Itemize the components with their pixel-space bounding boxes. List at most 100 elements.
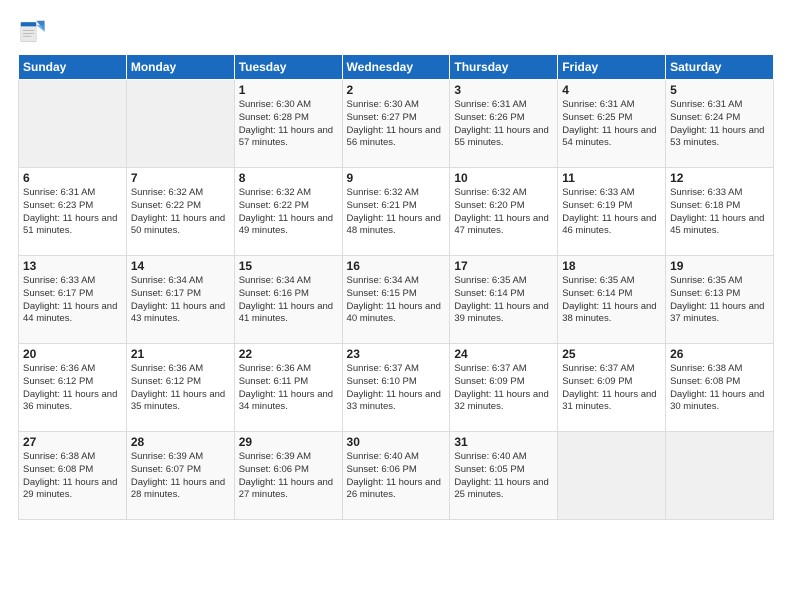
- calendar-table: SundayMondayTuesdayWednesdayThursdayFrid…: [18, 54, 774, 520]
- cell-text: Sunrise: 6:38 AMSunset: 6:08 PMDaylight:…: [670, 363, 769, 414]
- cell-text: Sunrise: 6:31 AMSunset: 6:25 PMDaylight:…: [562, 99, 661, 150]
- calendar-cell: 21 Sunrise: 6:36 AMSunset: 6:12 PMDayligh…: [126, 344, 234, 432]
- cell-text: Sunrise: 6:36 AMSunset: 6:12 PMDaylight:…: [131, 363, 230, 414]
- day-number: 30: [347, 435, 446, 449]
- calendar-cell: 16 Sunrise: 6:34 AMSunset: 6:15 PMDayligh…: [342, 256, 450, 344]
- header: [18, 18, 774, 46]
- calendar-cell: 29 Sunrise: 6:39 AMSunset: 6:06 PMDayligh…: [234, 432, 342, 520]
- cell-text: Sunrise: 6:39 AMSunset: 6:06 PMDaylight:…: [239, 451, 338, 502]
- weekday-header: Friday: [558, 55, 666, 80]
- calendar-cell: 31Sunrise: 6:40 AMSunset: 6:05 PMDayligh…: [450, 432, 558, 520]
- weekday-header: Saturday: [666, 55, 774, 80]
- cell-text: Sunrise: 6:37 AMSunset: 6:09 PMDaylight:…: [562, 363, 661, 414]
- cell-text: Sunrise: 6:31 AMSunset: 6:26 PMDaylight:…: [454, 99, 553, 150]
- cell-text: Sunrise: 6:34 AMSunset: 6:15 PMDaylight:…: [347, 275, 446, 326]
- calendar-cell: 12 Sunrise: 6:33 AMSunset: 6:18 PMDayligh…: [666, 168, 774, 256]
- logo: [18, 18, 50, 46]
- day-number: 15: [239, 259, 338, 273]
- calendar-week-row: 27 Sunrise: 6:38 AMSunset: 6:08 PMDayligh…: [19, 432, 774, 520]
- calendar-cell: 10 Sunrise: 6:32 AMSunset: 6:20 PMDayligh…: [450, 168, 558, 256]
- cell-text: Sunrise: 6:33 AMSunset: 6:18 PMDaylight:…: [670, 187, 769, 238]
- cell-text: Sunrise: 6:35 AMSunset: 6:14 PMDaylight:…: [562, 275, 661, 326]
- cell-text: Sunrise: 6:32 AMSunset: 6:20 PMDaylight:…: [454, 187, 553, 238]
- calendar-week-row: 1 Sunrise: 6:30 AMSunset: 6:28 PMDaylight…: [19, 80, 774, 168]
- calendar-cell: 1 Sunrise: 6:30 AMSunset: 6:28 PMDaylight…: [234, 80, 342, 168]
- day-number: 16: [347, 259, 446, 273]
- day-number: 23: [347, 347, 446, 361]
- calendar-cell: [558, 432, 666, 520]
- weekday-header: Tuesday: [234, 55, 342, 80]
- calendar-week-row: 6 Sunrise: 6:31 AMSunset: 6:23 PMDaylight…: [19, 168, 774, 256]
- cell-text: Sunrise: 6:34 AMSunset: 6:17 PMDaylight:…: [131, 275, 230, 326]
- calendar-cell: 8 Sunrise: 6:32 AMSunset: 6:22 PMDaylight…: [234, 168, 342, 256]
- calendar-cell: 6 Sunrise: 6:31 AMSunset: 6:23 PMDaylight…: [19, 168, 127, 256]
- cell-text: Sunrise: 6:30 AMSunset: 6:27 PMDaylight:…: [347, 99, 446, 150]
- calendar-cell: 23 Sunrise: 6:37 AMSunset: 6:10 PMDayligh…: [342, 344, 450, 432]
- day-number: 14: [131, 259, 230, 273]
- day-number: 27: [23, 435, 122, 449]
- calendar-cell: 26 Sunrise: 6:38 AMSunset: 6:08 PMDayligh…: [666, 344, 774, 432]
- cell-text: Sunrise: 6:36 AMSunset: 6:11 PMDaylight:…: [239, 363, 338, 414]
- cell-text: Sunrise: 6:35 AMSunset: 6:14 PMDaylight:…: [454, 275, 553, 326]
- cell-text: Sunrise: 6:40 AMSunset: 6:06 PMDaylight:…: [347, 451, 446, 502]
- cell-text: Sunrise: 6:32 AMSunset: 6:21 PMDaylight:…: [347, 187, 446, 238]
- day-number: 28: [131, 435, 230, 449]
- calendar-cell: 5Sunrise: 6:31 AMSunset: 6:24 PMDaylight…: [666, 80, 774, 168]
- cell-text: Sunrise: 6:32 AMSunset: 6:22 PMDaylight:…: [131, 187, 230, 238]
- day-number: 6: [23, 171, 122, 185]
- day-number: 2: [347, 83, 446, 97]
- calendar-cell: 27 Sunrise: 6:38 AMSunset: 6:08 PMDayligh…: [19, 432, 127, 520]
- day-number: 9: [347, 171, 446, 185]
- calendar-cell: 24 Sunrise: 6:37 AMSunset: 6:09 PMDayligh…: [450, 344, 558, 432]
- day-number: 25: [562, 347, 661, 361]
- cell-text: Sunrise: 6:36 AMSunset: 6:12 PMDaylight:…: [23, 363, 122, 414]
- calendar-cell: 28 Sunrise: 6:39 AMSunset: 6:07 PMDayligh…: [126, 432, 234, 520]
- calendar-week-row: 20 Sunrise: 6:36 AMSunset: 6:12 PMDayligh…: [19, 344, 774, 432]
- cell-text: Sunrise: 6:35 AMSunset: 6:13 PMDaylight:…: [670, 275, 769, 326]
- cell-text: Sunrise: 6:32 AMSunset: 6:22 PMDaylight:…: [239, 187, 338, 238]
- weekday-header: Wednesday: [342, 55, 450, 80]
- day-number: 17: [454, 259, 553, 273]
- cell-text: Sunrise: 6:30 AMSunset: 6:28 PMDaylight:…: [239, 99, 338, 150]
- calendar-cell: 18 Sunrise: 6:35 AMSunset: 6:14 PMDayligh…: [558, 256, 666, 344]
- cell-text: Sunrise: 6:37 AMSunset: 6:09 PMDaylight:…: [454, 363, 553, 414]
- day-number: 4: [562, 83, 661, 97]
- day-number: 3: [454, 83, 553, 97]
- calendar-cell: 4 Sunrise: 6:31 AMSunset: 6:25 PMDaylight…: [558, 80, 666, 168]
- calendar-cell: 2 Sunrise: 6:30 AMSunset: 6:27 PMDaylight…: [342, 80, 450, 168]
- calendar-week-row: 13Sunrise: 6:33 AMSunset: 6:17 PMDayligh…: [19, 256, 774, 344]
- cell-text: Sunrise: 6:38 AMSunset: 6:08 PMDaylight:…: [23, 451, 122, 502]
- calendar-cell: 25 Sunrise: 6:37 AMSunset: 6:09 PMDayligh…: [558, 344, 666, 432]
- weekday-header: Sunday: [19, 55, 127, 80]
- weekday-header: Thursday: [450, 55, 558, 80]
- calendar-cell: 20 Sunrise: 6:36 AMSunset: 6:12 PMDayligh…: [19, 344, 127, 432]
- calendar-cell: 30 Sunrise: 6:40 AMSunset: 6:06 PMDayligh…: [342, 432, 450, 520]
- day-number: 26: [670, 347, 769, 361]
- day-number: 19: [670, 259, 769, 273]
- day-number: 21: [131, 347, 230, 361]
- calendar-cell: 19 Sunrise: 6:35 AMSunset: 6:13 PMDayligh…: [666, 256, 774, 344]
- calendar-cell: 22 Sunrise: 6:36 AMSunset: 6:11 PMDayligh…: [234, 344, 342, 432]
- day-number: 7: [131, 171, 230, 185]
- calendar-cell: 15 Sunrise: 6:34 AMSunset: 6:16 PMDayligh…: [234, 256, 342, 344]
- day-number: 8: [239, 171, 338, 185]
- cell-text: Sunrise: 6:34 AMSunset: 6:16 PMDaylight:…: [239, 275, 338, 326]
- day-number: 1: [239, 83, 338, 97]
- day-number: 12: [670, 171, 769, 185]
- day-number: 20: [23, 347, 122, 361]
- cell-text: Sunrise: 6:31 AMSunset: 6:23 PMDaylight:…: [23, 187, 122, 238]
- calendar-cell: 13Sunrise: 6:33 AMSunset: 6:17 PMDayligh…: [19, 256, 127, 344]
- cell-text: Sunrise: 6:40 AMSunset: 6:05 PMDaylight:…: [454, 451, 553, 502]
- day-number: 29: [239, 435, 338, 449]
- calendar-cell: 3 Sunrise: 6:31 AMSunset: 6:26 PMDaylight…: [450, 80, 558, 168]
- day-number: 24: [454, 347, 553, 361]
- cell-text: Sunrise: 6:39 AMSunset: 6:07 PMDaylight:…: [131, 451, 230, 502]
- day-number: 22: [239, 347, 338, 361]
- calendar-cell: 9 Sunrise: 6:32 AMSunset: 6:21 PMDaylight…: [342, 168, 450, 256]
- day-number: 13: [23, 259, 122, 273]
- day-number: 10: [454, 171, 553, 185]
- calendar-cell: 14 Sunrise: 6:34 AMSunset: 6:17 PMDayligh…: [126, 256, 234, 344]
- page: SundayMondayTuesdayWednesdayThursdayFrid…: [0, 0, 792, 612]
- cell-text: Sunrise: 6:37 AMSunset: 6:10 PMDaylight:…: [347, 363, 446, 414]
- day-number: 18: [562, 259, 661, 273]
